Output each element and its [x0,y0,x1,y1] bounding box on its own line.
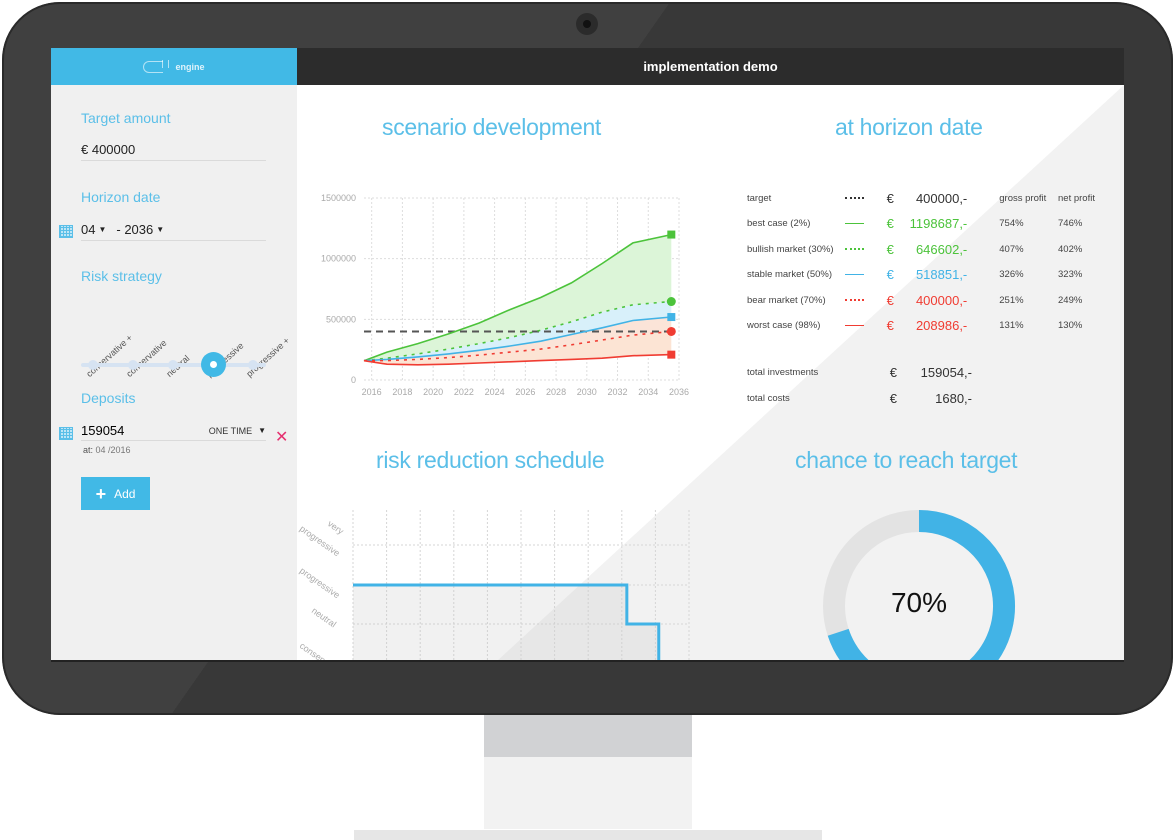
caret-down-icon: ▼ [98,225,107,234]
camera-icon [576,13,598,35]
logo-text: engine [175,61,205,72]
app-screen: engine implementation demo Target amount… [51,48,1124,661]
risk-slider-stop[interactable] [88,360,98,370]
close-icon[interactable]: ✕ [275,430,288,446]
main-panel: scenario development at horizon date ris… [297,85,1124,661]
deposit-amount-input[interactable]: 159054 [81,423,124,438]
logo-icon [143,59,170,73]
target-amount-input[interactable]: € 400000 [81,139,266,161]
risk-slider-stop[interactable] [128,360,138,370]
horizon-date-input: 04 ▼ - 2036 ▼ [81,219,266,241]
deposit-frequency-select[interactable]: ONE TIME ▼ [209,426,266,436]
calendar-icon[interactable] [59,225,73,238]
deposits-label: Deposits [81,390,136,406]
brand-bar[interactable]: engine [51,48,297,85]
chance-value: 70% [890,587,948,618]
caret-down-icon: ▼ [258,426,266,435]
add-deposit-button[interactable]: + Add [81,477,150,510]
risk-slider-stop[interactable] [168,360,178,370]
horizon-date-label: Horizon date [81,189,161,205]
horizon-year-select[interactable]: - 2036 ▼ [116,222,164,237]
chance-donut-chart [823,510,1015,661]
horizon-month-select[interactable]: 04 ▼ [81,222,106,237]
plus-icon: + [95,483,107,504]
app-title: implementation demo [643,59,778,74]
logo[interactable]: engine [143,59,205,73]
calendar-icon[interactable] [59,427,73,440]
risk-option-conservative[interactable]: conservative [124,338,168,379]
app-title-bar: implementation demo [297,48,1124,85]
risk-slider-thumb[interactable] [201,352,226,377]
monitor-frame: engine implementation demo Target amount… [0,0,1175,840]
risk-strategy-label: Risk strategy [81,268,162,284]
monitor-base [354,830,822,840]
caret-down-icon: ▼ [156,225,165,234]
monitor-neck [484,715,692,757]
target-amount-label: Target amount [81,110,171,126]
monitor-stand [484,757,692,829]
risk-option-progressive-plus[interactable]: progressive + [244,335,291,379]
sidebar: Target amount € 400000 Horizon date 04 ▼ … [51,85,297,661]
deposit-row: 159054 ONE TIME ▼ [81,421,266,441]
risk-slider-stop[interactable] [248,360,258,370]
deposit-date: at: 04 /2016 [83,445,131,455]
